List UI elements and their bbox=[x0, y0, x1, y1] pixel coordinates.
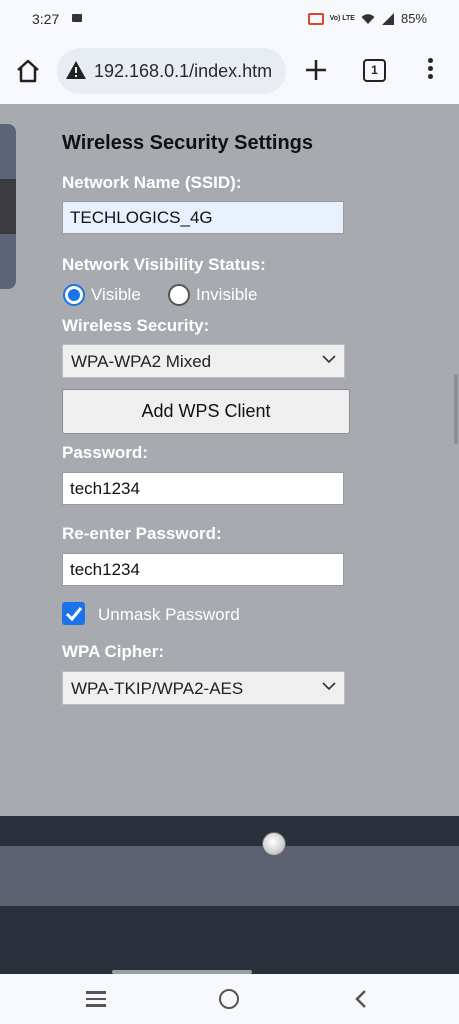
address-bar[interactable]: 192.168.0.1/index.htm bbox=[57, 48, 286, 94]
security-select[interactable]: WPA-WPA2 Mixed bbox=[62, 344, 345, 378]
touch-indicator bbox=[262, 832, 286, 856]
add-wps-client-button[interactable]: Add WPS Client bbox=[62, 389, 350, 434]
chevron-down-icon bbox=[322, 682, 336, 691]
visible-radio-label[interactable]: Visible bbox=[91, 285, 141, 305]
invisible-radio-label[interactable]: Invisible bbox=[196, 285, 257, 305]
password-label: Password: bbox=[62, 443, 148, 462]
cipher-label: WPA Cipher: bbox=[62, 642, 164, 661]
url-text: 192.168.0.1/index.htm bbox=[94, 61, 273, 81]
ssid-label: Network Name (SSID): bbox=[62, 173, 242, 192]
side-drawer-active bbox=[0, 179, 16, 234]
security-label: Wireless Security: bbox=[62, 316, 210, 335]
signal-icon bbox=[381, 12, 394, 25]
footer-bottom bbox=[0, 906, 459, 974]
cipher-select-value: WPA-TKIP/WPA2-AES bbox=[71, 679, 244, 698]
volte-icon: Vo) LTE bbox=[329, 15, 355, 22]
plus-icon[interactable] bbox=[303, 57, 329, 83]
status-icons: Vo) LTE 85% bbox=[307, 11, 427, 26]
checkmark-icon bbox=[65, 607, 83, 622]
system-nav-bar bbox=[0, 974, 459, 1024]
wifi-icon bbox=[361, 13, 375, 24]
chevron-down-icon bbox=[322, 355, 336, 364]
video-recording-icon bbox=[72, 14, 82, 22]
cipher-select[interactable]: WPA-TKIP/WPA2-AES bbox=[62, 671, 345, 705]
visible-radio[interactable] bbox=[63, 284, 85, 306]
visibility-label: Network Visibility Status: bbox=[62, 255, 266, 274]
invisible-radio[interactable] bbox=[168, 284, 190, 306]
home-nav-icon[interactable] bbox=[219, 989, 239, 1009]
warning-icon[interactable] bbox=[65, 60, 87, 80]
unmask-password-checkbox[interactable] bbox=[62, 602, 85, 625]
visibility-radio-group: Visible Invisible bbox=[62, 282, 352, 308]
security-select-value: WPA-WPA2 Mixed bbox=[71, 352, 212, 371]
unmask-password-label[interactable]: Unmask Password bbox=[98, 605, 240, 625]
browser-toolbar: 192.168.0.1/index.htm 1 bbox=[0, 40, 459, 104]
battery-percent: 85% bbox=[400, 11, 427, 26]
tab-switcher-button[interactable]: 1 bbox=[363, 59, 386, 82]
status-time: 3:27 bbox=[32, 11, 60, 27]
router-settings-page: Wireless Security Settings Network Name … bbox=[0, 104, 459, 816]
menu-icon[interactable] bbox=[424, 58, 436, 84]
reenter-password-input[interactable] bbox=[62, 553, 344, 586]
page-title: Wireless Security Settings bbox=[62, 132, 314, 154]
recents-icon[interactable] bbox=[86, 991, 108, 1007]
back-icon[interactable] bbox=[352, 989, 372, 1009]
password-input[interactable] bbox=[62, 472, 344, 505]
home-icon[interactable] bbox=[14, 57, 42, 85]
scrollbar[interactable] bbox=[454, 374, 458, 444]
status-bar: 3:27 Vo) LTE 85% bbox=[0, 0, 459, 40]
cast-icon bbox=[307, 12, 324, 25]
ssid-input[interactable] bbox=[62, 201, 344, 234]
reenter-password-label: Re-enter Password: bbox=[62, 524, 222, 543]
footer-top bbox=[0, 816, 459, 846]
footer-band bbox=[0, 846, 459, 906]
